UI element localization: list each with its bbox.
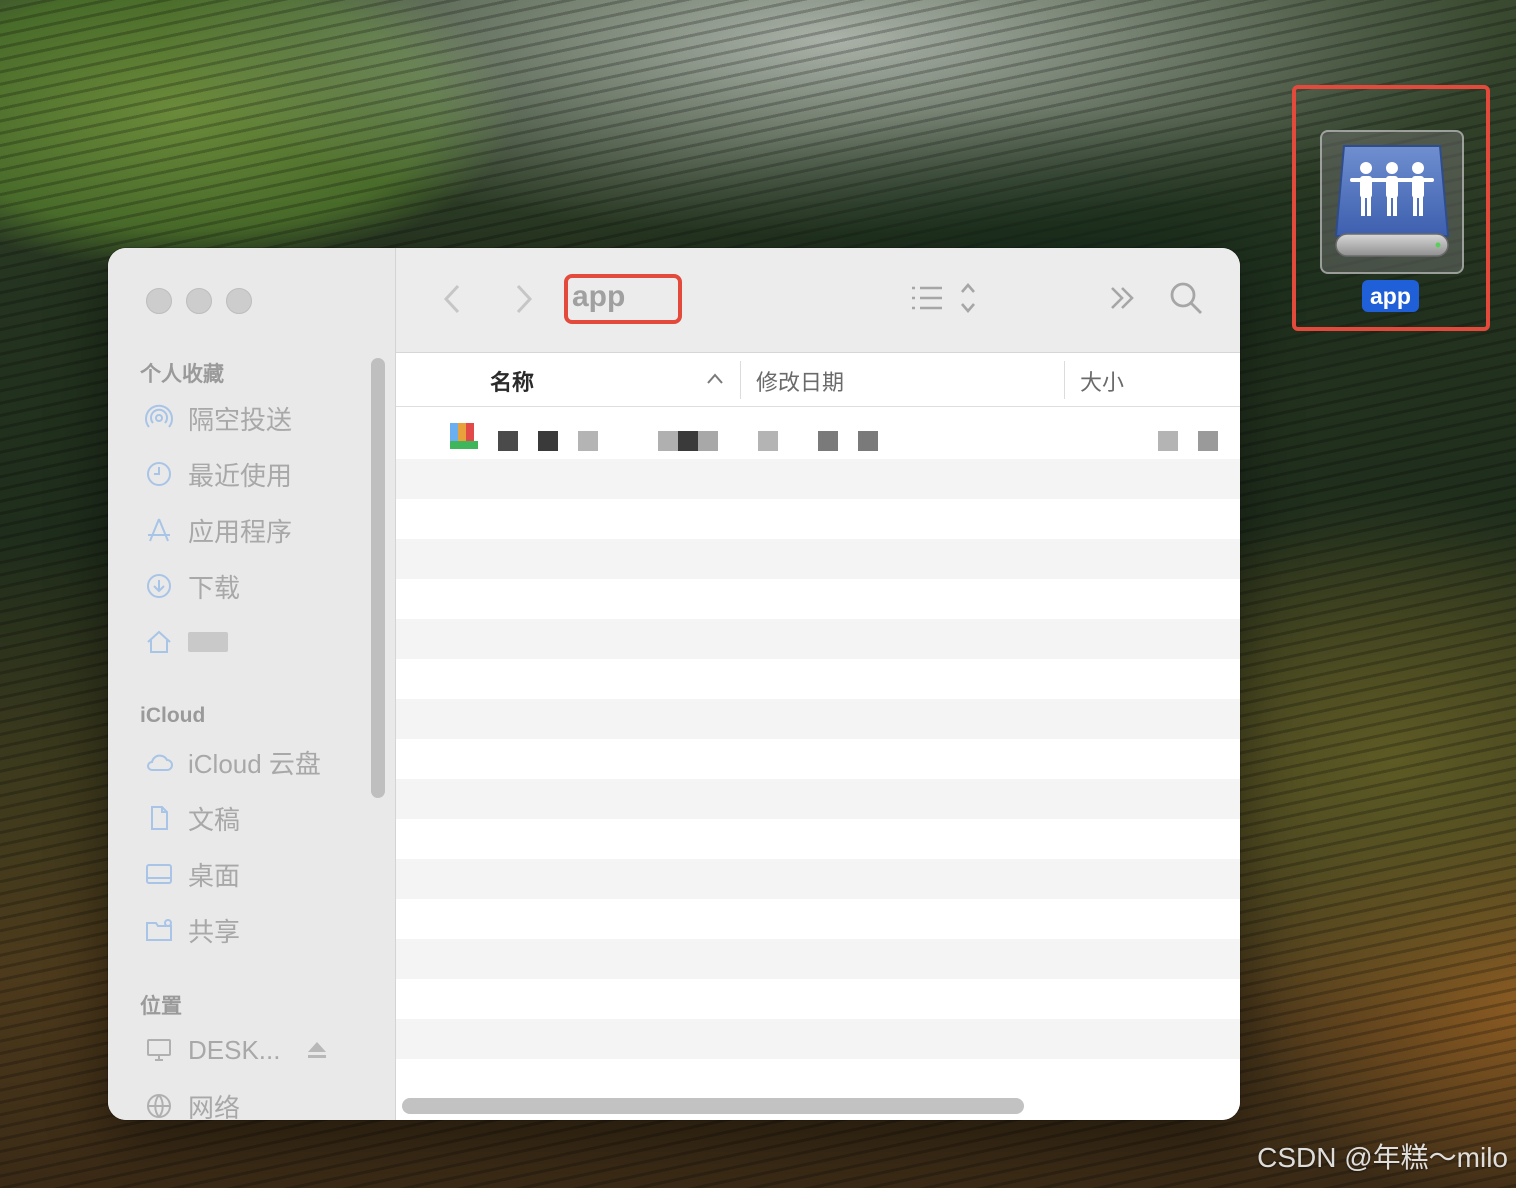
sidebar-item-airdrop[interactable]: 隔空投送 xyxy=(144,398,292,438)
sidebar-item-network[interactable]: 网络 xyxy=(144,1086,240,1120)
minimize-button[interactable] xyxy=(186,288,212,314)
list-row xyxy=(396,779,1240,819)
column-name[interactable]: 名称 xyxy=(490,365,534,397)
redacted-filename xyxy=(538,431,558,451)
window-controls xyxy=(146,288,252,314)
close-button[interactable] xyxy=(146,288,172,314)
list-row xyxy=(396,659,1240,699)
list-row xyxy=(396,699,1240,739)
network-volume-icon[interactable] xyxy=(1330,138,1454,266)
list-row xyxy=(396,1059,1240,1099)
file-list: 名称 修改日期 大小 xyxy=(396,353,1240,1120)
zoom-button[interactable] xyxy=(226,288,252,314)
more-toolbar-button[interactable] xyxy=(1108,280,1138,316)
list-row xyxy=(396,579,1240,619)
sidebar-item-label: 最近使用 xyxy=(188,460,293,491)
locations-header: 位置 xyxy=(140,995,182,1018)
redacted-size xyxy=(1158,431,1178,451)
chevron-left-icon xyxy=(443,284,460,314)
search-icon xyxy=(1170,282,1202,314)
forward-button[interactable] xyxy=(508,282,538,316)
sidebar-item-label: 网络 xyxy=(188,1092,241,1121)
column-modified[interactable]: 修改日期 xyxy=(756,365,844,397)
redacted-filename xyxy=(498,431,518,451)
sidebar-item-label: 隔空投送 xyxy=(188,404,293,435)
finder-window: 个人收藏 隔空投送 最近使用 应用程序 下载 iCloud iCloud 云盘 … xyxy=(108,248,1240,1120)
sidebar-item-applications[interactable]: 应用程序 xyxy=(144,510,292,550)
sidebar-item-server[interactable]: DESK... xyxy=(144,1030,332,1070)
sidebar-item-icloud-drive[interactable]: iCloud 云盘 xyxy=(144,742,321,782)
shared-folder-icon xyxy=(146,919,172,941)
eject-icon[interactable] xyxy=(302,1035,332,1065)
column-divider xyxy=(740,361,741,399)
sidebar-item-label: 共享 xyxy=(188,916,241,947)
sidebar-item-desktop[interactable]: 桌面 xyxy=(144,854,240,894)
archive-file-icon xyxy=(450,423,478,449)
redacted-filename xyxy=(698,431,718,451)
horizontal-scrollbar[interactable] xyxy=(402,1098,1024,1114)
sidebar-item-home[interactable] xyxy=(144,622,228,662)
double-chevron-right-icon xyxy=(1111,287,1134,309)
redacted-filename xyxy=(678,431,698,451)
search-button[interactable] xyxy=(1168,280,1204,316)
redacted-filename xyxy=(578,431,598,451)
redacted-date xyxy=(818,431,838,451)
download-icon xyxy=(147,574,171,598)
redacted-username xyxy=(188,632,228,652)
sidebar-item-label: iCloud 云盘 xyxy=(188,748,321,779)
desktop-icon xyxy=(146,864,172,884)
list-row xyxy=(396,539,1240,579)
sidebar-item-downloads[interactable]: 下载 xyxy=(144,566,240,606)
sidebar: 个人收藏 隔空投送 最近使用 应用程序 下载 iCloud iCloud 云盘 … xyxy=(108,248,396,1120)
redacted-date xyxy=(758,431,778,451)
clock-icon xyxy=(147,462,171,486)
airdrop-icon xyxy=(145,404,173,428)
list-row xyxy=(396,459,1240,499)
chevron-up-icon xyxy=(707,373,723,384)
applications-icon xyxy=(148,518,170,542)
computer-icon xyxy=(147,1039,171,1061)
back-button[interactable] xyxy=(438,282,468,316)
list-row xyxy=(396,1019,1240,1059)
list-row xyxy=(396,939,1240,979)
redacted-date xyxy=(858,431,878,451)
sidebar-item-label: 下载 xyxy=(188,572,241,603)
home-icon xyxy=(147,630,171,653)
redacted-size xyxy=(1198,431,1218,451)
column-divider xyxy=(1064,361,1065,399)
list-row xyxy=(396,499,1240,539)
view-options-button[interactable] xyxy=(910,280,982,316)
list-row xyxy=(396,739,1240,779)
watermark: CSDN @年糕～milo xyxy=(1257,1142,1508,1173)
sidebar-item-label: DESK... xyxy=(188,1034,281,1065)
redacted-filename xyxy=(658,431,678,451)
list-row xyxy=(396,619,1240,659)
sidebar-item-recents[interactable]: 最近使用 xyxy=(144,454,292,494)
network-icon xyxy=(147,1094,171,1118)
desktop-volume-label[interactable]: app xyxy=(1362,280,1419,312)
sidebar-item-shared[interactable]: 共享 xyxy=(144,910,240,950)
cloud-icon xyxy=(147,754,173,771)
toolbar: app xyxy=(396,248,1240,353)
window-title: app xyxy=(572,280,626,313)
sidebar-item-label: 文稿 xyxy=(188,804,241,835)
sidebar-scrollbar[interactable] xyxy=(371,358,385,798)
sidebar-item-label: 桌面 xyxy=(188,860,241,891)
chevron-right-icon xyxy=(516,284,533,314)
column-header: 名称 修改日期 大小 xyxy=(396,353,1240,407)
list-row xyxy=(396,899,1240,939)
list-view-icon xyxy=(912,283,975,313)
document-icon xyxy=(151,806,168,830)
list-row xyxy=(396,979,1240,1019)
table-row[interactable] xyxy=(396,407,1240,459)
column-size[interactable]: 大小 xyxy=(1080,365,1124,397)
list-row xyxy=(396,819,1240,859)
sidebar-item-label: 应用程序 xyxy=(188,516,293,547)
file-rows xyxy=(396,407,1240,1099)
favorites-header: 个人收藏 xyxy=(140,363,224,386)
list-row xyxy=(396,859,1240,899)
sidebar-item-documents[interactable]: 文稿 xyxy=(144,798,240,838)
icloud-header: iCloud xyxy=(140,704,206,727)
